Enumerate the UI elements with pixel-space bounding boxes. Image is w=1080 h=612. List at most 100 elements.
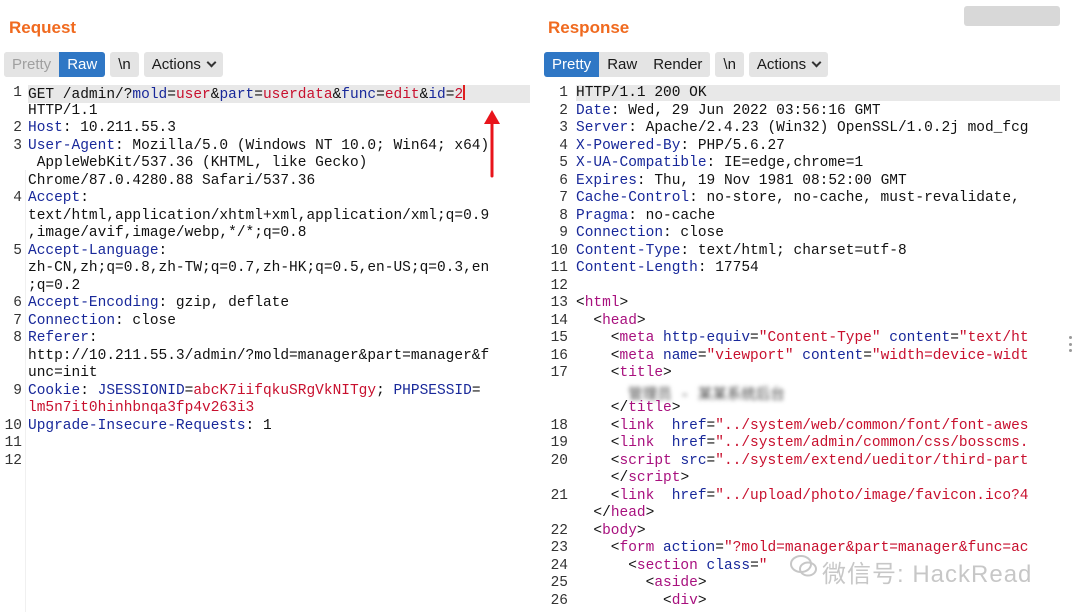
response-view-toggle: Pretty Raw Render	[544, 52, 711, 77]
wechat-icon	[790, 555, 817, 577]
line-number: 21	[550, 487, 568, 504]
request-line: text/html,application/xhtml+xml,applicat…	[28, 207, 490, 224]
response-editor[interactable]: 1 2 3 4 5 6 7 8 9 10 11 12 13 14 15 16 1…	[540, 85, 1080, 612]
response-line: <head>	[576, 312, 646, 329]
layout-single-button[interactable]	[1028, 6, 1060, 26]
line-number: 3	[559, 120, 568, 136]
request-actions-label: Actions	[151, 56, 201, 73]
request-line: Upgrade-Insecure-Requests: 1	[28, 417, 272, 434]
request-line: Accept:	[28, 190, 89, 206]
request-line: ,image/avif,image/webp,*/*;q=0.8	[28, 225, 307, 241]
response-pretty-button[interactable]: Pretty	[544, 52, 600, 77]
chevron-down-icon	[206, 57, 217, 68]
line-number: 19	[550, 435, 568, 451]
request-toolbar: Pretty Raw \n Actions	[4, 52, 223, 77]
request-raw-button[interactable]: Raw	[59, 52, 106, 77]
layout-toggle	[964, 6, 1060, 26]
request-editor[interactable]: 1 2 3 4 5 6 7 8 9 10 11 12 GET /admin/?m…	[0, 85, 530, 612]
response-line: <meta http-equiv="Content-Type" content=…	[576, 330, 1029, 346]
resize-handle[interactable]	[1069, 336, 1072, 352]
line-number: 18	[550, 417, 568, 434]
line-number: 10	[4, 417, 22, 434]
request-title: Request	[9, 18, 77, 37]
line-number: 9	[13, 382, 22, 399]
response-line: Content-Type: text/html; charset=utf-8	[576, 242, 907, 259]
request-view-toggle: Pretty Raw	[4, 52, 106, 77]
request-line: http://10.211.55.3/admin/?mold=manager&p…	[28, 347, 490, 364]
line-number: 25	[550, 575, 568, 591]
response-line: Server: Apache/2.4.23 (Win32) OpenSSL/1.…	[576, 120, 1029, 136]
request-line: lm5n7it0hinhbnqa3fp4v263i3	[28, 400, 255, 416]
response-line: <script src="../system/extend/ueditor/th…	[576, 452, 1029, 469]
gutter-divider	[25, 170, 26, 612]
request-line: Accept-Language:	[28, 242, 168, 259]
layout-rows-button[interactable]	[996, 6, 1028, 26]
line-number: 26	[550, 592, 568, 609]
line-number: 17	[550, 365, 568, 381]
line-number: 22	[550, 522, 568, 539]
chevron-down-icon	[811, 57, 822, 68]
line-number: 6	[13, 295, 22, 311]
request-line: User-Agent: Mozilla/5.0 (Windows NT 10.0…	[28, 137, 490, 154]
line-number: 2	[559, 102, 568, 119]
request-line: Referer:	[28, 330, 98, 346]
request-pretty-button[interactable]: Pretty	[4, 52, 60, 77]
response-line: Date: Wed, 29 Jun 2022 03:56:16 GMT	[576, 102, 881, 119]
response-line: Expires: Thu, 19 Nov 1981 08:52:00 GMT	[576, 172, 907, 189]
request-line: Cookie: JSESSIONID=abcK7iifqkuSRgVkNITgy…	[28, 382, 481, 399]
line-number: 14	[550, 312, 568, 329]
text-cursor	[463, 85, 465, 100]
request-line: zh-CN,zh;q=0.8,zh-TW;q=0.7,zh-HK;q=0.5,e…	[28, 260, 490, 276]
line-number: 12	[550, 277, 568, 294]
line-number: 11	[4, 435, 22, 451]
response-panel: Response Pretty Raw Render \n Actions 1 …	[540, 0, 1080, 612]
response-toolbar: Pretty Raw Render \n Actions	[544, 52, 829, 77]
line-number: 23	[550, 540, 568, 556]
layout-columns-button[interactable]	[964, 6, 996, 26]
response-line: X-UA-Compatible: IE=edge,chrome=1	[576, 155, 864, 171]
request-line: Connection: close	[28, 312, 176, 329]
response-line: </title>	[576, 400, 681, 416]
request-panel: Request Pretty Raw \n Actions 1 2 3 4 5 …	[0, 0, 530, 612]
response-line: <link href="../system/admin/common/css/b…	[576, 435, 1029, 451]
response-actions-label: Actions	[756, 56, 807, 73]
response-render-button[interactable]: Render	[645, 52, 711, 77]
line-number: 7	[13, 312, 22, 329]
request-line: GET /admin/?mold=user&part=userdata&func…	[28, 85, 530, 103]
line-number: 3	[13, 137, 22, 154]
request-line: AppleWebKit/537.36 (KHTML, like Gecko)	[28, 155, 368, 171]
response-line: <meta name="viewport" content="width=dev…	[576, 347, 1029, 364]
line-number: 2	[13, 120, 22, 136]
line-number: 5	[13, 242, 22, 259]
columns-icon	[964, 6, 996, 26]
response-line: Connection: close	[576, 225, 724, 241]
response-line: Content-Length: 17754	[576, 260, 759, 276]
request-line: unc=init	[28, 365, 98, 381]
line-number: 4	[559, 137, 568, 154]
line-number: 8	[13, 330, 22, 346]
request-actions-button[interactable]: Actions	[143, 52, 223, 77]
request-line: Chrome/87.0.4280.88 Safari/537.36	[28, 172, 316, 189]
line-number: 4	[13, 190, 22, 206]
line-number: 8	[559, 207, 568, 224]
line-number: 1	[559, 85, 568, 101]
line-number: 24	[550, 557, 568, 574]
line-number: 10	[550, 242, 568, 259]
response-title: Response	[548, 18, 630, 37]
response-line: <link href="../upload/photo/image/favico…	[576, 487, 1029, 504]
response-line: </script>	[576, 470, 690, 486]
request-newline-button[interactable]: \n	[110, 52, 139, 77]
line-number: 16	[550, 347, 568, 364]
line-number: 7	[559, 190, 568, 206]
line-number: 13	[550, 295, 568, 311]
response-actions-button[interactable]: Actions	[748, 52, 829, 77]
request-line: ;q=0.2	[28, 277, 81, 294]
watermark: 微信号: HackRead	[790, 550, 1080, 610]
line-number: 12	[4, 452, 22, 469]
response-raw-button[interactable]: Raw	[599, 52, 646, 77]
line-number: 9	[559, 225, 568, 241]
response-line: Pragma: no-cache	[576, 207, 716, 224]
response-newline-button[interactable]: \n	[715, 52, 744, 77]
response-line: HTTP/1.1 200 OK	[576, 85, 1060, 101]
watermark-text: 微信号: HackRead	[822, 561, 1033, 588]
